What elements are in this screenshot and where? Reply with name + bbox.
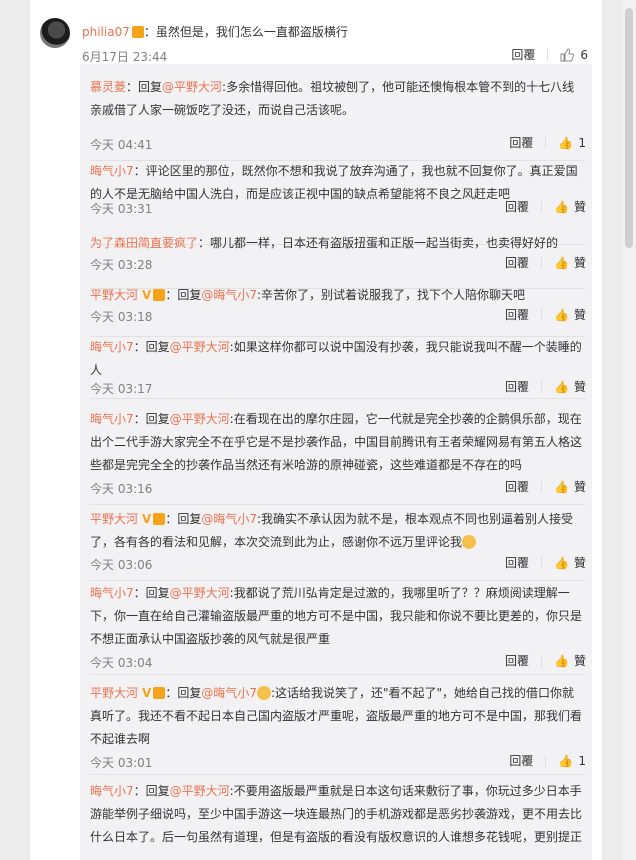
reply-list: 慕灵菱：回复@平野大河:多余惜得回他。祖坟被刨了，他可能还懊悔根本管不到的十七八… bbox=[80, 64, 592, 860]
reply-username[interactable]: 晦气小7 bbox=[90, 784, 134, 798]
level-badge-icon bbox=[153, 513, 166, 525]
reply-username[interactable]: 晦气小7 bbox=[90, 412, 134, 426]
mention-link[interactable]: @平野大河 bbox=[170, 586, 230, 600]
reply-button[interactable]: 回覆 bbox=[505, 652, 529, 669]
mention-link[interactable]: @平野大河 bbox=[170, 412, 230, 426]
main-reply-button[interactable]: 回覆 bbox=[511, 46, 535, 63]
scrollbar-thumb[interactable] bbox=[625, 8, 633, 248]
reply-time: 今天 03:06 bbox=[90, 558, 153, 572]
list-item: 晦气小7：回复@平野大河:不要用盗版最严重就是日本这句话来敷衍了事，你玩过多少日… bbox=[90, 784, 583, 844]
level-badge-icon bbox=[131, 26, 144, 38]
reply-button[interactable]: 回覆 bbox=[509, 752, 533, 769]
list-item: 晦气小7：回复@平野大河:在看现在出的摩尔庄园，它一代就是完全抄袭的企鹅俱乐部，… bbox=[90, 408, 586, 505]
mention-link[interactable]: @平野大河 bbox=[162, 80, 222, 94]
reply-button[interactable]: 回覆 bbox=[505, 254, 529, 271]
reply-time: 今天 03:04 bbox=[90, 656, 153, 670]
reply-username[interactable]: 晦气小7 bbox=[90, 586, 134, 600]
like-icon[interactable]: 👍 bbox=[554, 556, 569, 570]
list-item: 平野大河 V ：回复@晦气小7:这话给我说笑了，还"看不起了"，她给自己找的借口你就… bbox=[90, 682, 586, 775]
main-text: ：虽然但是，我们怎么一直都盗版横行 bbox=[143, 25, 348, 39]
level-badge-icon bbox=[153, 289, 166, 301]
main-time: 6月17日 23:44 bbox=[82, 50, 168, 64]
mention-link[interactable]: @晦气小7 bbox=[201, 686, 257, 700]
reply-time: 今天 04:41 bbox=[90, 138, 153, 152]
like-icon[interactable]: 👍 bbox=[554, 654, 569, 668]
reply-username[interactable]: 平野大河 bbox=[90, 512, 138, 526]
reply-username[interactable]: 晦气小7 bbox=[90, 340, 134, 354]
list-item: 平野大河 V ：回复@晦气小7:辛苦你了，别试着说服我了，找下个人陪你聊天吧 今天 … bbox=[90, 284, 586, 337]
reply-username[interactable]: 晦气小7 bbox=[90, 164, 134, 178]
vip-icon: V bbox=[142, 288, 152, 302]
mention-link[interactable]: @晦气小7 bbox=[201, 288, 257, 302]
like-icon[interactable] bbox=[560, 47, 575, 62]
reply-time: 今天 03:31 bbox=[90, 202, 153, 216]
like-icon[interactable]: 👍 bbox=[558, 136, 573, 150]
avatar[interactable] bbox=[40, 18, 70, 48]
reply-username[interactable]: 慕灵菱 bbox=[90, 80, 126, 94]
vip-icon: V bbox=[142, 512, 152, 526]
list-item: 晦气小7：回复@平野大河:我都说了荒川弘肯定是过激的，我哪里听了？？麻烦阅读理解… bbox=[90, 582, 586, 675]
list-item: 慕灵菱：回复@平野大河:多余惜得回他。祖坟被刨了，他可能还懊悔根本管不到的十七八… bbox=[90, 76, 586, 161]
mention-link[interactable]: @平野大河 bbox=[170, 340, 230, 354]
reply-button[interactable]: 回覆 bbox=[505, 198, 529, 215]
main-username[interactable]: philia07 bbox=[82, 25, 130, 39]
reply-button[interactable]: 回覆 bbox=[505, 306, 529, 323]
reply-button[interactable]: 回覆 bbox=[505, 554, 529, 571]
main-actions: 回覆 6 bbox=[511, 46, 588, 63]
main-like-count: 6 bbox=[580, 47, 588, 62]
list-item: 为了森田简直要疯了：哪儿都一样，日本还有盗版扭蛋和正版一起当街卖，也卖得好好的 … bbox=[90, 232, 586, 289]
like-icon[interactable]: 👍 bbox=[554, 308, 569, 322]
list-item: 平野大河 V ：回复@晦气小7:我确实不承认因为就不是，根本观点不同也别逼着别人接受… bbox=[90, 508, 586, 581]
reply-time: 今天 03:17 bbox=[90, 382, 153, 396]
mention-link[interactable]: @晦气小7 bbox=[201, 512, 257, 526]
scrollbar[interactable] bbox=[622, 0, 636, 860]
thumbs-up-emoji-icon bbox=[462, 535, 477, 549]
list-item: 晦气小7：回复@平野大河:如果这样你都可以说中国没有抄袭，我只能说我叫不醒一个装… bbox=[90, 336, 586, 399]
like-icon[interactable]: 👍 bbox=[554, 480, 569, 494]
reply-time: 今天 03:28 bbox=[90, 258, 153, 272]
like-icon[interactable]: 👍 bbox=[558, 754, 573, 768]
level-badge-icon bbox=[153, 687, 166, 699]
like-icon[interactable]: 👍 bbox=[554, 200, 569, 214]
reply-button[interactable]: 回覆 bbox=[505, 378, 529, 395]
reply-time: 今天 03:16 bbox=[90, 482, 153, 496]
like-icon[interactable]: 👍 bbox=[554, 256, 569, 270]
reply-username[interactable]: 平野大河 bbox=[90, 288, 138, 302]
reply-time: 今天 03:01 bbox=[90, 756, 153, 770]
laugh-emoji-icon bbox=[256, 686, 271, 700]
reply-username[interactable]: 为了森田简直要疯了 bbox=[90, 236, 198, 250]
reply-button[interactable]: 回覆 bbox=[505, 478, 529, 495]
mention-link[interactable]: @平野大河 bbox=[170, 784, 230, 798]
like-icon[interactable]: 👍 bbox=[554, 380, 569, 394]
reply-button[interactable]: 回覆 bbox=[509, 134, 533, 151]
reply-username[interactable]: 平野大河 bbox=[90, 686, 138, 700]
reply-time: 今天 03:18 bbox=[90, 310, 153, 324]
vip-icon: V bbox=[142, 686, 152, 700]
